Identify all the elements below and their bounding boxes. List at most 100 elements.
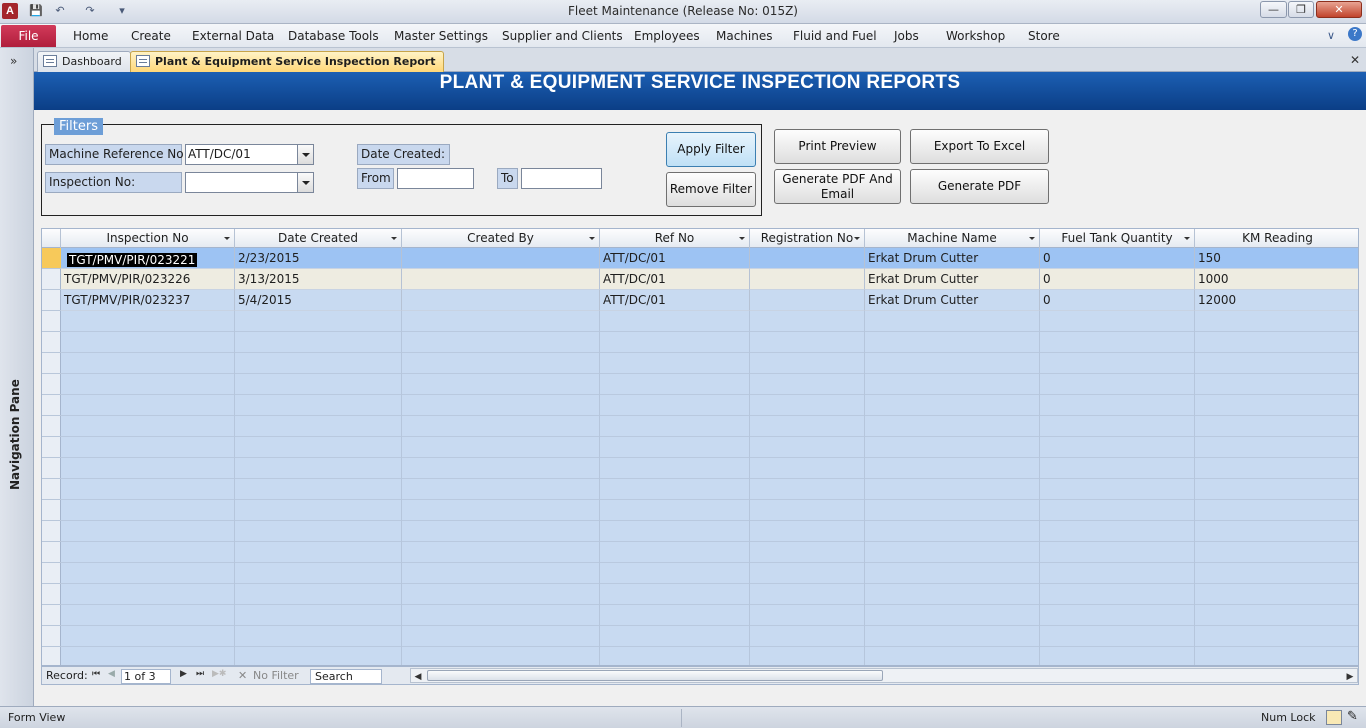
cell-ref-no[interactable]: ATT/DC/01 bbox=[600, 248, 750, 269]
tab-jobs[interactable]: Jobs bbox=[894, 29, 919, 43]
cell-machine-name[interactable]: Erkat Drum Cutter bbox=[865, 248, 1040, 269]
record-selector[interactable] bbox=[42, 395, 61, 416]
last-record-icon[interactable]: ⏭ bbox=[196, 669, 204, 679]
record-selector[interactable] bbox=[42, 647, 61, 665]
table-row[interactable]: TGT/PMV/PIR/023226 3/13/2015 ATT/DC/01 E… bbox=[61, 269, 1358, 290]
tab-machines[interactable]: Machines bbox=[716, 29, 772, 43]
chevron-down-icon[interactable] bbox=[391, 237, 397, 240]
record-search-input[interactable]: Search bbox=[310, 669, 382, 684]
minimize-ribbon-icon[interactable]: ∨ bbox=[1327, 29, 1335, 42]
record-selector[interactable] bbox=[42, 605, 61, 626]
scrollbar-thumb[interactable] bbox=[427, 670, 883, 681]
expand-nav-icon[interactable]: » bbox=[10, 54, 17, 68]
record-selector[interactable] bbox=[42, 479, 61, 500]
chevron-down-icon[interactable] bbox=[739, 237, 745, 240]
scroll-right-icon[interactable]: ▶ bbox=[1343, 671, 1357, 684]
record-selector[interactable] bbox=[42, 584, 61, 605]
cell-km-reading[interactable]: 12000 bbox=[1195, 290, 1358, 311]
chevron-down-icon[interactable] bbox=[224, 237, 230, 240]
no-filter-label[interactable]: No Filter bbox=[253, 669, 299, 682]
tab-database-tools[interactable]: Database Tools bbox=[288, 29, 379, 43]
tab-external-data[interactable]: External Data bbox=[192, 29, 274, 43]
cell-inspection-no[interactable]: TGT/PMV/PIR/023226 bbox=[61, 269, 235, 290]
design-view-icon[interactable]: ✎ bbox=[1347, 709, 1358, 724]
maximize-button[interactable]: ❐ bbox=[1288, 1, 1314, 18]
record-position-input[interactable]: 1 of 3 bbox=[121, 669, 171, 684]
record-selector[interactable] bbox=[42, 353, 61, 374]
cell-registration-no[interactable] bbox=[750, 269, 865, 290]
column-header-inspection-no[interactable]: Inspection No bbox=[61, 229, 235, 248]
cell-km-reading[interactable]: 1000 bbox=[1195, 269, 1358, 290]
column-header-registration-no[interactable]: Registration No bbox=[750, 229, 865, 248]
chevron-down-icon[interactable] bbox=[854, 237, 860, 240]
tab-dashboard[interactable]: Dashboard bbox=[37, 51, 131, 72]
cell-created-by[interactable] bbox=[402, 290, 600, 311]
cell-machine-name[interactable]: Erkat Drum Cutter bbox=[865, 269, 1040, 290]
chevron-down-icon[interactable] bbox=[589, 237, 595, 240]
select-all-cell[interactable] bbox=[42, 229, 61, 248]
navigation-pane[interactable]: » Navigation Pane bbox=[0, 48, 34, 706]
inspection-no-combo[interactable] bbox=[185, 172, 314, 193]
export-to-excel-button[interactable]: Export To Excel bbox=[910, 129, 1049, 164]
apply-filter-button[interactable]: Apply Filter bbox=[666, 132, 756, 167]
machine-ref-combo[interactable]: ATT/DC/01 bbox=[185, 144, 314, 165]
close-document-icon[interactable]: ✕ bbox=[1350, 53, 1360, 67]
cell-registration-no[interactable] bbox=[750, 290, 865, 311]
tab-home[interactable]: Home bbox=[73, 29, 108, 43]
chevron-down-icon[interactable] bbox=[1184, 237, 1190, 240]
column-header-fuel-tank-quantity[interactable]: Fuel Tank Quantity bbox=[1040, 229, 1195, 248]
cell-created-by[interactable] bbox=[402, 248, 600, 269]
cell-inspection-no[interactable]: TGT/PMV/PIR/023237 bbox=[61, 290, 235, 311]
generate-pdf-email-button[interactable]: Generate PDF And Email bbox=[774, 169, 901, 204]
help-icon[interactable]: ? bbox=[1348, 27, 1362, 41]
cell-ref-no[interactable]: ATT/DC/01 bbox=[600, 290, 750, 311]
cell-km-reading[interactable]: 150 bbox=[1195, 248, 1358, 269]
cell-date-created[interactable]: 5/4/2015 bbox=[235, 290, 402, 311]
cell-date-created[interactable]: 2/23/2015 bbox=[235, 248, 402, 269]
generate-pdf-button[interactable]: Generate PDF bbox=[910, 169, 1049, 204]
cell-fuel-tank-quantity[interactable]: 0 bbox=[1040, 290, 1195, 311]
record-selector[interactable] bbox=[42, 521, 61, 542]
date-to-input[interactable] bbox=[521, 168, 602, 189]
record-selector[interactable] bbox=[42, 500, 61, 521]
table-row[interactable]: TGT/PMV/PIR/023221 2/23/2015 ATT/DC/01 E… bbox=[61, 248, 1358, 269]
tab-supplier-and-clients[interactable]: Supplier and Clients bbox=[502, 29, 623, 43]
scroll-left-icon[interactable]: ◀ bbox=[411, 671, 425, 684]
inspection-datasheet[interactable]: Inspection No Date Created Created By Re… bbox=[41, 228, 1359, 666]
tab-create[interactable]: Create bbox=[131, 29, 171, 43]
record-selector[interactable] bbox=[42, 290, 61, 311]
tab-employees[interactable]: Employees bbox=[634, 29, 700, 43]
record-selector[interactable] bbox=[42, 626, 61, 647]
cell-machine-name[interactable]: Erkat Drum Cutter bbox=[865, 290, 1040, 311]
next-record-icon[interactable]: ▶ bbox=[180, 669, 187, 679]
tab-fluid-and-fuel[interactable]: Fluid and Fuel bbox=[793, 29, 877, 43]
cell-fuel-tank-quantity[interactable]: 0 bbox=[1040, 248, 1195, 269]
record-selector[interactable] bbox=[42, 542, 61, 563]
tab-master-settings[interactable]: Master Settings bbox=[394, 29, 488, 43]
chevron-down-icon[interactable] bbox=[297, 145, 313, 164]
column-header-ref-no[interactable]: Ref No bbox=[600, 229, 750, 248]
cell-created-by[interactable] bbox=[402, 269, 600, 290]
record-selector[interactable] bbox=[42, 458, 61, 479]
record-selector[interactable] bbox=[42, 248, 61, 269]
no-filter-icon[interactable]: ✕ bbox=[238, 669, 247, 682]
tab-inspection-report[interactable]: Plant & Equipment Service Inspection Rep… bbox=[130, 51, 445, 72]
date-from-input[interactable] bbox=[397, 168, 474, 189]
remove-filter-button[interactable]: Remove Filter bbox=[666, 172, 756, 207]
first-record-icon[interactable]: ⏮ bbox=[92, 669, 100, 679]
record-selector[interactable] bbox=[42, 563, 61, 584]
record-selector-column[interactable] bbox=[42, 248, 61, 665]
column-header-date-created[interactable]: Date Created bbox=[235, 229, 402, 248]
cell-registration-no[interactable] bbox=[750, 248, 865, 269]
column-header-machine-name[interactable]: Machine Name bbox=[865, 229, 1040, 248]
chevron-down-icon[interactable] bbox=[297, 173, 313, 192]
cell-ref-no[interactable]: ATT/DC/01 bbox=[600, 269, 750, 290]
horizontal-scrollbar[interactable]: ◀ ▶ bbox=[410, 668, 1358, 683]
record-selector[interactable] bbox=[42, 416, 61, 437]
previous-record-icon[interactable]: ◀ bbox=[108, 669, 115, 679]
tab-store[interactable]: Store bbox=[1028, 29, 1060, 43]
record-selector[interactable] bbox=[42, 311, 61, 332]
print-preview-button[interactable]: Print Preview bbox=[774, 129, 901, 164]
cell-fuel-tank-quantity[interactable]: 0 bbox=[1040, 269, 1195, 290]
record-selector[interactable] bbox=[42, 332, 61, 353]
